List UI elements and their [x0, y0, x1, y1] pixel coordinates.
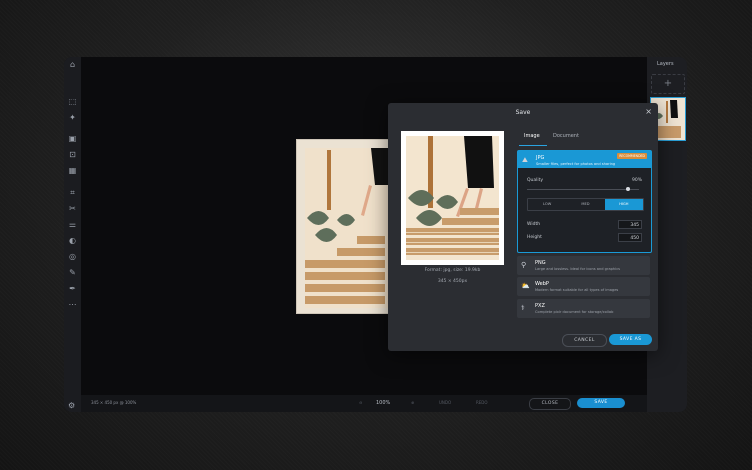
- canvas-status: 345 × 450 px @ 100%: [91, 400, 137, 405]
- zoom-in-icon[interactable]: ⊕: [411, 400, 414, 405]
- adjust-icon[interactable]: ⚌: [68, 220, 77, 229]
- crop-frame-icon[interactable]: ▣: [68, 134, 77, 143]
- magic-icon[interactable]: ✦: [68, 113, 77, 122]
- text-box-icon[interactable]: ⊡: [68, 150, 77, 159]
- crop-icon[interactable]: ⌗: [68, 188, 77, 197]
- level-high[interactable]: HIGH: [604, 199, 643, 210]
- preview-image-art: [406, 136, 499, 260]
- tab-image[interactable]: Image: [524, 133, 540, 139]
- close-button[interactable]: CLOSE: [529, 398, 571, 410]
- layers-title: Layers: [657, 61, 674, 67]
- undo-button[interactable]: UNDO: [439, 400, 451, 405]
- format-option-pxz[interactable]: ⚕ PXZ Complete pixlr document for storag…: [517, 299, 650, 318]
- quality-level-selector: LOW MED HIGH: [527, 198, 644, 211]
- quality-label: Quality: [527, 178, 544, 183]
- canvas-image[interactable]: [296, 139, 394, 314]
- pattern-icon[interactable]: ▦: [68, 166, 77, 175]
- shapes-icon: ⚲: [521, 261, 527, 269]
- brush-icon[interactable]: ✎: [68, 268, 77, 277]
- save-dialog: Save × Format: jpg, size: 19.9kb 345 × 4…: [388, 103, 658, 351]
- left-toolbar: ⌂ ⬚ ✦ ▣ ⊡ ▦ ⌗ ✂ ⚌ ◐ ◎ ✎ ✒ ⋯: [64, 57, 81, 412]
- pxz-icon: ⚕: [521, 304, 525, 312]
- cut-icon[interactable]: ✂: [68, 204, 77, 213]
- select-icon[interactable]: ⬚: [68, 97, 77, 106]
- png-name: PNG: [535, 260, 546, 266]
- pxz-name: PXZ: [535, 303, 545, 309]
- png-desc: Large and lossless. Ideal for icons and …: [535, 267, 621, 271]
- close-icon[interactable]: ×: [645, 107, 652, 116]
- webp-name: WebP: [535, 281, 549, 287]
- dimensions-info: 345 × 450px: [437, 279, 468, 284]
- gear-icon[interactable]: ⚙: [68, 401, 75, 410]
- zoom-out-icon[interactable]: ⊖: [359, 400, 362, 405]
- dialog-title: Save: [515, 109, 531, 116]
- level-low[interactable]: LOW: [528, 199, 566, 210]
- level-med[interactable]: MED: [566, 199, 604, 210]
- width-input[interactable]: 345: [618, 220, 642, 229]
- tab-document[interactable]: Document: [553, 133, 579, 139]
- more-icon[interactable]: ⋯: [68, 300, 77, 309]
- add-layer-button[interactable]: +: [651, 74, 685, 94]
- width-label: Width: [527, 222, 541, 227]
- format-option-jpg[interactable]: ⛰ JPG Smaller files, perfect for photos …: [517, 150, 652, 253]
- jpg-desc: Smaller files, perfect for photos and sh…: [536, 162, 616, 166]
- contrast-icon[interactable]: ◐: [68, 236, 77, 245]
- mountain-icon: ⛰: [522, 156, 528, 164]
- quality-value: 90%: [631, 178, 642, 183]
- format-info: Format: jpg, size: 19.9kb: [424, 268, 481, 273]
- spiral-icon[interactable]: ◎: [68, 252, 77, 261]
- web-image-icon: ⛅: [521, 282, 530, 290]
- jpg-name: JPG: [536, 155, 545, 161]
- jpg-header[interactable]: ⛰ JPG Smaller files, perfect for photos …: [518, 151, 651, 168]
- format-option-webp[interactable]: ⛅ WebP Modern format suitable for all ty…: [517, 277, 650, 296]
- pen-icon[interactable]: ✒: [68, 284, 77, 293]
- cancel-button[interactable]: CANCEL: [562, 334, 607, 347]
- zoom-level[interactable]: 100%: [376, 400, 390, 406]
- bottom-bar: 345 × 450 px @ 100% ⊖ 100% ⊕ UNDO REDO C…: [81, 395, 647, 412]
- height-label: Height: [527, 235, 542, 240]
- preview-image: [406, 136, 499, 260]
- quality-slider[interactable]: [527, 187, 639, 191]
- home-icon[interactable]: ⌂: [68, 60, 77, 69]
- save-button[interactable]: SAVE: [577, 398, 625, 408]
- save-as-button[interactable]: SAVE AS: [609, 334, 652, 345]
- height-input[interactable]: 450: [618, 233, 642, 242]
- preview-frame: [401, 131, 504, 265]
- redo-button[interactable]: REDO: [476, 400, 488, 405]
- webp-desc: Modern format suitable for all types of …: [535, 288, 619, 292]
- pxz-desc: Complete pixlr document for storage/coll…: [535, 310, 614, 314]
- quality-slider-handle[interactable]: [625, 187, 630, 191]
- format-option-png[interactable]: ⚲ PNG Large and lossless. Ideal for icon…: [517, 256, 650, 275]
- tab-underline: [519, 145, 547, 146]
- canvas-image-art: [297, 140, 393, 313]
- recommended-badge: RECOMMENDED: [617, 153, 647, 159]
